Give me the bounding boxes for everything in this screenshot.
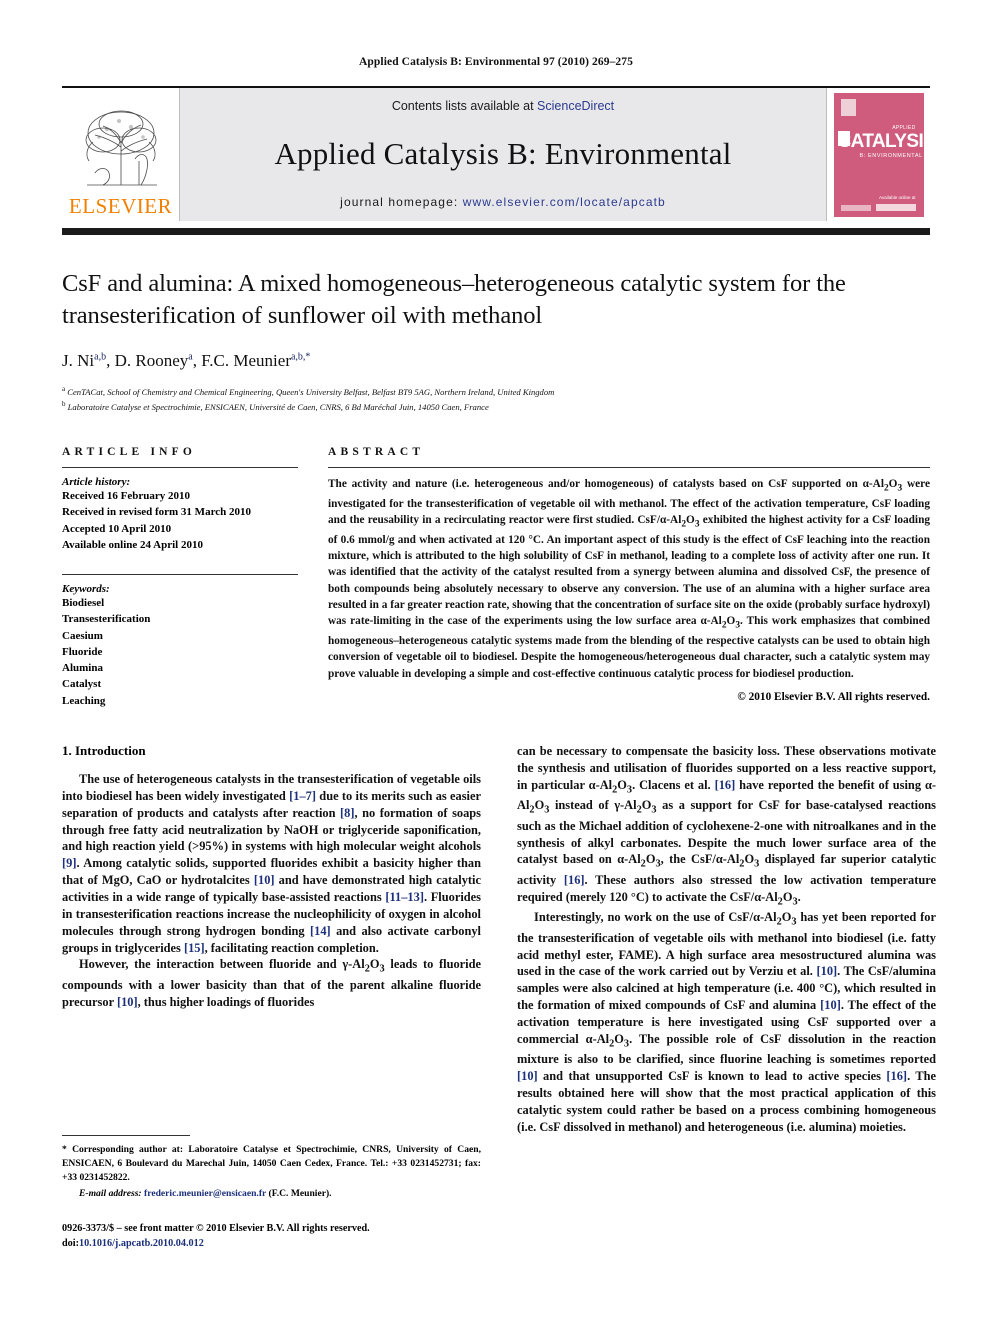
keyword-item: Fluoride — [62, 645, 103, 658]
keyword-item: Transesterification — [62, 613, 151, 626]
elsevier-tree-icon — [85, 110, 157, 186]
footnote-rule — [62, 1135, 190, 1136]
info-abstract-row: ARTICLE INFO Article history: Received 1… — [62, 446, 930, 709]
author-list: J. Nia,b, D. Rooneya, F.C. Meuniera,b,* — [62, 350, 311, 370]
keyword-item: Biodiesel — [62, 597, 105, 610]
homepage-url-link[interactable]: www.elsevier.com/locate/apcatb — [463, 195, 666, 209]
issn-line: 0926-3373/$ – see front matter © 2010 El… — [62, 1222, 370, 1234]
journal-title: Applied Catalysis B: Environmental — [274, 136, 732, 171]
keyword-item: Caesium — [62, 629, 103, 642]
affiliation-b: b Laboratoire Catalyse et Spectrochimie,… — [62, 399, 489, 412]
article-info-rule — [62, 467, 298, 469]
keywords-list: Biodiesel Transesterification Caesium Fl… — [62, 595, 298, 709]
elsevier-logo: ELSEVIER — [62, 88, 180, 221]
body-column-right: can be necessary to compensate the basic… — [517, 743, 936, 1136]
affiliation-b-text: Laboratoire Catalyse et Spectrochimie, E… — [67, 401, 489, 412]
paragraph: However, the interaction between fluorid… — [62, 957, 481, 1009]
article-history-list: Received 16 February 2010 Received in re… — [62, 488, 298, 553]
keyword-item: Alumina — [62, 662, 103, 675]
cover-title: CATALYSIS — [837, 130, 924, 152]
abstract-rule — [328, 467, 930, 469]
footnote-area: * Corresponding author at: Laboratoire C… — [62, 1135, 481, 1251]
email-label: E-mail address: — [79, 1187, 142, 1199]
abstract-copyright: © 2010 Elsevier B.V. All rights reserved… — [737, 690, 930, 703]
paragraph: Interestingly, no work on the use of CsF… — [517, 910, 937, 1134]
article-info-heading: ARTICLE INFO — [62, 446, 197, 459]
cover-barcode-icon — [840, 204, 871, 211]
article-history-label: Article history: — [62, 476, 131, 489]
keyword-item: Catalyst — [62, 678, 102, 691]
journal-cover-thumbnail: APPLIED CATALYSIS B: ENVIRONMENTAL Avail… — [826, 88, 930, 221]
cover-publisher-mark-icon — [840, 98, 856, 116]
body-column-left: 1. Introduction The use of heterogeneous… — [62, 743, 481, 1136]
cover-subtitle: B: ENVIRONMENTAL — [859, 152, 923, 159]
contents-prefix: Contents lists available at — [391, 99, 538, 113]
homepage-prefix: journal homepage: — [340, 195, 463, 209]
elsevier-wordmark: ELSEVIER — [68, 194, 173, 218]
keywords-block: Keywords: Biodiesel Transesterification … — [62, 574, 298, 709]
issn-copyright-block: 0926-3373/$ – see front matter © 2010 El… — [62, 1221, 481, 1252]
title-block: CsF and alumina: A mixed homogeneous–het… — [62, 268, 930, 414]
keywords-label: Keywords: — [62, 583, 110, 596]
abstract-heading: ABSTRACT — [328, 446, 425, 459]
abstract-text: The activity and nature (i.e. heterogene… — [328, 478, 930, 680]
cover-footer-note: Available online at — [879, 194, 916, 200]
section-heading-introduction: 1. Introduction — [62, 742, 146, 758]
history-item: Available online 24 April 2010 — [62, 538, 203, 551]
keywords-rule — [62, 574, 298, 576]
email-suffix: (F.C. Meunier). — [268, 1187, 332, 1199]
keyword-item: Leaching — [62, 694, 106, 707]
contents-available-line: Contents lists available at ScienceDirec… — [392, 99, 614, 113]
affiliation-a: a CenTACat, School of Chemistry and Chem… — [62, 384, 555, 397]
cover-image: APPLIED CATALYSIS B: ENVIRONMENTAL Avail… — [833, 92, 924, 217]
history-item: Received in revised form 31 March 2010 — [62, 506, 251, 519]
corresponding-author-note: * Corresponding author at: Laboratoire C… — [62, 1144, 481, 1183]
email-note: E-mail address: frederic.meunier@ensicae… — [62, 1188, 481, 1199]
sciencedirect-link[interactable]: ScienceDirect — [537, 99, 614, 113]
history-item: Accepted 10 April 2010 — [62, 522, 172, 535]
abstract-column: ABSTRACT The activity and nature (i.e. h… — [328, 446, 930, 709]
paragraph: The use of heterogeneous catalysts in th… — [62, 771, 482, 955]
affiliation-a-text: CenTACat, School of Chemistry and Chemic… — [67, 386, 555, 397]
paragraph: can be necessary to compensate the basic… — [517, 743, 936, 908]
affiliations: a CenTACat, School of Chemistry and Chem… — [62, 384, 930, 414]
body-columns: 1. Introduction The use of heterogeneous… — [62, 743, 936, 1136]
paper-page: Applied Catalysis B: Environmental 97 (2… — [0, 0, 992, 1323]
doi-line: doi:10.1016/j.apcatb.2010.04.012 — [62, 1236, 481, 1251]
doi-prefix: doi: — [62, 1238, 79, 1250]
journal-homepage-line: journal homepage: www.elsevier.com/locat… — [340, 195, 666, 209]
masthead-bottom-rule — [62, 228, 930, 235]
history-item: Received 16 February 2010 — [62, 490, 190, 503]
journal-band: Contents lists available at ScienceDirec… — [180, 88, 826, 221]
page-title: CsF and alumina: A mixed homogeneous–het… — [62, 270, 846, 329]
running-head: Applied Catalysis B: Environmental 97 (2… — [359, 56, 633, 68]
article-info-column: ARTICLE INFO Article history: Received 1… — [62, 446, 298, 709]
cover-sciencedirect-mark-icon — [875, 203, 916, 211]
doi-link[interactable]: 10.1016/j.apcatb.2010.04.012 — [79, 1238, 204, 1249]
journal-masthead: ELSEVIER Contents lists available at Sci… — [62, 86, 930, 221]
email-link[interactable]: frederic.meunier@ensicaen.fr — [144, 1188, 266, 1199]
